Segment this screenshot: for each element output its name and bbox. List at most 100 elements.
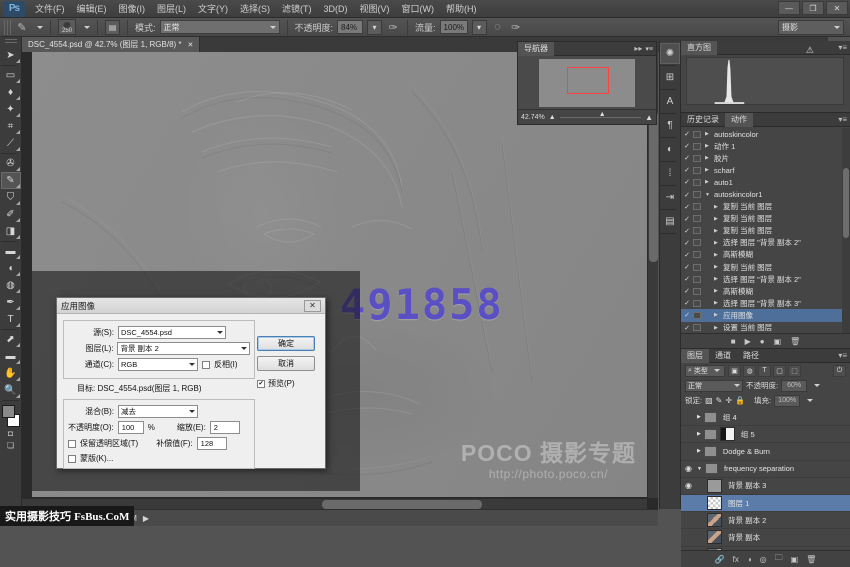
ok-button[interactable]: 确定 xyxy=(257,336,315,351)
chevron-right-icon[interactable]: ▶ xyxy=(697,414,701,420)
eye-icon[interactable]: ◉ xyxy=(683,533,694,542)
actions-scrollbar[interactable] xyxy=(842,128,850,334)
layer-filter-select[interactable]: ⌕ 类型 xyxy=(685,365,725,377)
flow-slider-toggle-icon[interactable]: ▾ xyxy=(472,20,487,35)
dodge-tool[interactable]: ◍ xyxy=(1,277,21,294)
action-row[interactable]: ✓▶选择 图层 "背景 副本 2" xyxy=(681,273,850,285)
menu-item-2[interactable]: 图像(I) xyxy=(113,0,152,18)
checkmark-icon[interactable]: ✓ xyxy=(683,191,691,199)
action-row[interactable]: ✓▶scharf xyxy=(681,164,850,176)
tab-actions[interactable]: 动作 xyxy=(725,113,753,127)
eye-icon[interactable]: ◉ xyxy=(683,464,694,473)
layers-footer-icon-0[interactable]: 🔗 xyxy=(715,555,725,564)
scrollbar-thumb[interactable] xyxy=(322,500,482,509)
layers-footer-icon-2[interactable]: ◑ xyxy=(747,555,752,564)
preview-checkbox[interactable] xyxy=(257,380,265,388)
checkmark-icon[interactable]: ✓ xyxy=(683,178,691,186)
brush-preset-chevron-icon[interactable] xyxy=(37,26,43,29)
source-select[interactable]: DSC_4554.psd xyxy=(118,326,226,339)
status-play-icon[interactable]: ▶ xyxy=(143,514,149,523)
eye-icon[interactable]: ◉ xyxy=(683,499,694,508)
chevron-right-icon[interactable]: ▶ xyxy=(714,312,721,318)
panel-menu-icon[interactable]: ▾≡ xyxy=(838,115,847,124)
layer-row[interactable]: ◉背景 副本 2 xyxy=(681,512,850,529)
gradient-tool[interactable]: ▬ xyxy=(1,243,21,260)
airbrush-icon[interactable]: ◌ xyxy=(491,20,505,34)
layer-filter-icon-0[interactable]: ▣ xyxy=(728,365,741,377)
dialog-toggle-box[interactable] xyxy=(693,239,701,246)
actions-footer-icon-3[interactable]: ▣ xyxy=(774,337,782,346)
menu-item-5[interactable]: 选择(S) xyxy=(234,0,276,18)
tab-图层[interactable]: 图层 xyxy=(681,349,709,363)
close-icon[interactable]: ✕ xyxy=(304,300,321,312)
channel-select[interactable]: RGB xyxy=(118,358,198,371)
dialog-toggle-box[interactable] xyxy=(693,179,701,186)
layer-row[interactable]: ◉背景 副本 xyxy=(681,529,850,546)
panel-menu-icon[interactable]: ▾≡ xyxy=(838,351,847,360)
dialog-toggle-box[interactable] xyxy=(693,227,701,234)
checkmark-icon[interactable]: ✓ xyxy=(683,299,691,307)
chevron-right-icon[interactable]: ▶ xyxy=(705,179,712,185)
action-row[interactable]: ✓▶选择 图层 "背景 副本 2" xyxy=(681,237,850,249)
menu-item-10[interactable]: 帮助(H) xyxy=(440,0,483,18)
tab-通道[interactable]: 通道 xyxy=(709,349,737,363)
menu-item-9[interactable]: 窗口(W) xyxy=(396,0,441,18)
layer-lock-icon-1[interactable]: ✎ xyxy=(716,396,723,405)
menu-item-1[interactable]: 编辑(E) xyxy=(71,0,113,18)
crop-tool[interactable]: ⌗ xyxy=(1,118,21,135)
maximize-button[interactable]: ❐ xyxy=(802,1,824,15)
eraser-tool[interactable]: ◨ xyxy=(1,223,21,240)
eye-icon[interactable]: ◉ xyxy=(683,447,694,456)
layer-thumbnail[interactable] xyxy=(707,513,722,527)
dialog-toggle-box[interactable] xyxy=(693,288,701,295)
chevron-right-icon[interactable]: ▶ xyxy=(714,252,721,258)
lasso-tool[interactable]: ♦ xyxy=(1,84,21,101)
dialog-toggle-box[interactable] xyxy=(693,264,701,271)
preserve-transparency-checkbox[interactable] xyxy=(68,440,76,448)
action-row[interactable]: ✓▶应用图像 xyxy=(681,309,850,321)
layer-lock-icon-2[interactable]: ✛ xyxy=(725,396,732,405)
checkmark-icon[interactable]: ✓ xyxy=(683,227,691,235)
action-row[interactable]: ✓▶auto1 xyxy=(681,176,850,188)
chevron-right-icon[interactable]: ▶ xyxy=(714,228,721,234)
menu-item-7[interactable]: 3D(D) xyxy=(318,0,354,18)
styles-panel-icon[interactable]: ◐ xyxy=(660,139,680,160)
checkmark-icon[interactable]: ✓ xyxy=(683,142,691,150)
shape-tool[interactable]: ▬ xyxy=(1,348,21,365)
chevron-down-icon[interactable]: ▼ xyxy=(705,192,712,198)
dialog-toggle-box[interactable] xyxy=(693,143,701,150)
chevron-down-icon[interactable]: ▼ xyxy=(697,466,702,472)
action-row[interactable]: ✓▶复制 当前 图层 xyxy=(681,225,850,237)
chevron-right-icon[interactable]: ▶ xyxy=(697,448,701,454)
tab-histogram[interactable]: 直方图 xyxy=(681,41,717,55)
layers-footer-icon-3[interactable]: ◎ xyxy=(760,555,767,564)
chevron-right-icon[interactable]: ▶ xyxy=(714,276,721,282)
action-row[interactable]: ✓▶胶片 xyxy=(681,152,850,164)
action-row[interactable]: ✓▶复制 当前 图层 xyxy=(681,213,850,225)
measurement-panel-icon[interactable]: ▤ xyxy=(660,211,680,232)
menu-item-3[interactable]: 图层(L) xyxy=(151,0,192,18)
paragraph-panel-icon[interactable]: ¶ xyxy=(660,115,680,136)
chevron-right-icon[interactable]: ▶ xyxy=(714,264,721,270)
offset-input[interactable]: 128 xyxy=(197,437,227,450)
action-row[interactable]: ✓▶高斯模糊 xyxy=(681,249,850,261)
dialog-title-bar[interactable]: 应用图像 ✕ xyxy=(57,298,325,314)
action-row[interactable]: ✓▶复制 当前 图层 xyxy=(681,201,850,213)
layer-filter-icon-1[interactable]: ◍ xyxy=(743,365,756,377)
scrollbar-thumb[interactable] xyxy=(843,168,849,238)
quick-mask-icon[interactable]: ◘ xyxy=(4,427,18,439)
options-bar-grip[interactable] xyxy=(4,20,11,35)
tab-navigator[interactable]: 导航器 xyxy=(518,42,554,56)
scrollbar-thumb[interactable] xyxy=(649,112,658,262)
opacity-pressure-icon[interactable]: ✑ xyxy=(386,20,400,34)
layer-select[interactable]: 背景 副本 2 xyxy=(117,342,250,355)
dialog-toggle-box[interactable] xyxy=(693,167,701,174)
color-swatches[interactable] xyxy=(1,405,21,427)
layer-row[interactable]: ◉图层 1 xyxy=(681,495,850,512)
menu-item-4[interactable]: 文字(Y) xyxy=(192,0,234,18)
menu-item-6[interactable]: 滤镜(T) xyxy=(276,0,318,18)
history-brush-tool[interactable]: ✐ xyxy=(1,206,21,223)
brush-size-chevron-icon[interactable] xyxy=(84,26,90,29)
opacity-slider-toggle-icon[interactable]: ▾ xyxy=(367,20,382,35)
chevron-right-icon[interactable]: ▶ xyxy=(697,431,701,437)
